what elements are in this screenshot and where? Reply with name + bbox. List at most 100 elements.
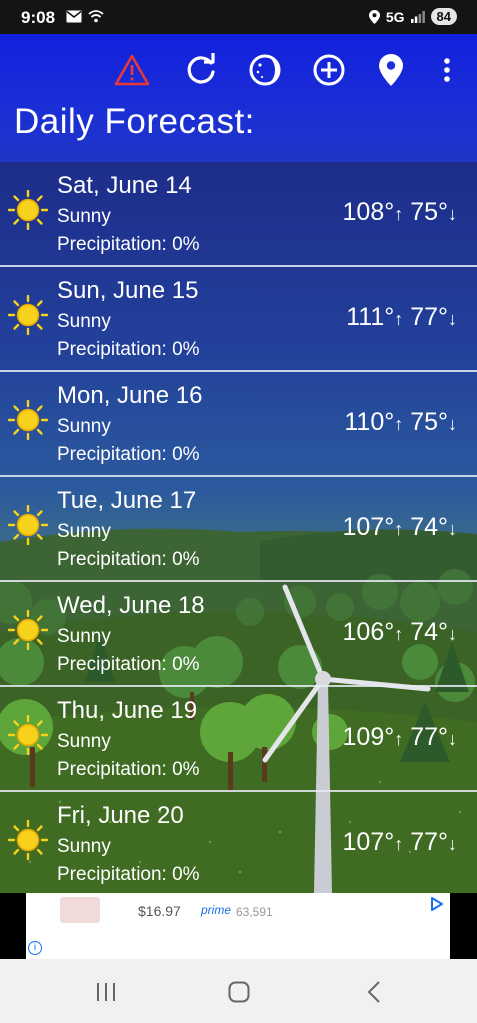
- refresh-icon[interactable]: [183, 52, 219, 88]
- temp-high: 106°: [342, 618, 395, 646]
- arrow-up-icon: ↑: [394, 519, 404, 539]
- page-title: Daily Forecast:: [14, 102, 255, 141]
- status-bar: 9:08 5G 84: [0, 0, 477, 34]
- recent-apps-icon: [97, 983, 115, 1001]
- forecast-precipitation: Precipitation: 0%: [57, 654, 200, 675]
- mail-icon: [66, 10, 82, 23]
- forecast-day-row[interactable]: Sat, June 14 Sunny Precipitation: 0% 108…: [0, 162, 477, 267]
- alert-icon[interactable]: [114, 52, 150, 88]
- temp-high: 108°: [342, 198, 395, 226]
- forecast-temps: 108°↑ 75°↓: [343, 198, 457, 227]
- ad-choices-icon[interactable]: [430, 897, 444, 911]
- forecast-temps: 107°↑ 77°↓: [343, 828, 457, 857]
- arrow-up-icon: ↑: [394, 834, 404, 854]
- arrow-up-icon: ↑: [394, 204, 404, 224]
- forecast-day-row[interactable]: Mon, June 16 Sunny Precipitation: 0% 110…: [0, 372, 477, 477]
- forecast-condition: Sunny: [57, 311, 111, 332]
- forecast-condition: Sunny: [57, 416, 111, 437]
- forecast-temps: 110°↑ 75°↓: [344, 408, 457, 437]
- arrow-down-icon: ↓: [448, 729, 457, 749]
- forecast-day-row[interactable]: Wed, June 18 Sunny Precipitation: 0% 106…: [0, 582, 477, 687]
- forecast-precipitation: Precipitation: 0%: [57, 339, 200, 360]
- location-pin-icon[interactable]: [373, 52, 409, 88]
- forecast-date: Sun, June 15: [57, 277, 199, 304]
- signal-icon: [410, 10, 425, 23]
- forecast-date: Thu, June 19: [57, 697, 198, 724]
- forecast-precipitation: Precipitation: 0%: [57, 549, 200, 570]
- sunny-icon: [8, 820, 48, 860]
- sunny-icon: [8, 505, 48, 545]
- arrow-up-icon: ↑: [394, 729, 404, 749]
- arrow-down-icon: ↓: [448, 834, 457, 854]
- forecast-temps: 106°↑ 74°↓: [343, 618, 457, 647]
- forecast-temps: 111°↑ 77°↓: [346, 303, 457, 332]
- wifi-icon: [88, 10, 104, 23]
- ad-price[interactable]: $16.97: [138, 903, 181, 919]
- forecast-condition: Sunny: [57, 521, 111, 542]
- forecast-precipitation: Precipitation: 0%: [57, 759, 200, 780]
- forecast-temps: 109°↑ 77°↓: [343, 723, 457, 752]
- forecast-temps: 107°↑ 74°↓: [343, 513, 457, 542]
- sunny-icon: [8, 610, 48, 650]
- ad-content[interactable]: $16.97 prime 63,591 i: [26, 893, 450, 959]
- forecast-date: Sat, June 14: [57, 172, 192, 199]
- forecast-condition: Sunny: [57, 836, 111, 857]
- temp-low: 74°: [410, 513, 448, 541]
- temp-low: 75°: [410, 198, 448, 226]
- forecast-condition: Sunny: [57, 206, 111, 227]
- forecast-list[interactable]: Sat, June 14 Sunny Precipitation: 0% 108…: [0, 162, 477, 893]
- back-button[interactable]: [354, 977, 394, 1007]
- home-button[interactable]: [219, 977, 259, 1007]
- arrow-down-icon: ↓: [448, 204, 457, 224]
- battery-indicator: 84: [430, 8, 457, 25]
- moon-icon[interactable]: [247, 52, 283, 88]
- ad-banner[interactable]: $16.97 prime 63,591 i: [0, 893, 477, 959]
- forecast-precipitation: Precipitation: 0%: [57, 444, 200, 465]
- arrow-up-icon: ↑: [394, 414, 404, 434]
- recent-apps-button[interactable]: [86, 977, 126, 1007]
- forecast-condition: Sunny: [57, 626, 111, 647]
- arrow-up-icon: ↑: [394, 309, 404, 329]
- arrow-down-icon: ↓: [448, 414, 457, 434]
- home-icon: [228, 981, 250, 1003]
- temp-low: 75°: [410, 408, 448, 436]
- forecast-day-row[interactable]: Thu, June 19 Sunny Precipitation: 0% 109…: [0, 687, 477, 792]
- forecast-date: Wed, June 18: [57, 592, 205, 619]
- sunny-icon: [8, 715, 48, 755]
- more-vert-icon[interactable]: [430, 52, 464, 88]
- temp-high: 111°: [346, 303, 395, 331]
- add-location-icon[interactable]: [311, 52, 347, 88]
- temp-high: 107°: [342, 513, 395, 541]
- app-toolbar: Daily Forecast:: [0, 34, 477, 162]
- temp-low: 74°: [410, 618, 448, 646]
- arrow-down-icon: ↓: [448, 624, 457, 644]
- ad-review-count[interactable]: 63,591: [236, 905, 273, 919]
- status-right: 5G 84: [368, 8, 457, 25]
- ad-prime-label[interactable]: prime: [201, 903, 231, 917]
- system-nav-bar: [0, 959, 477, 1023]
- forecast-precipitation: Precipitation: 0%: [57, 234, 200, 255]
- forecast-day-row[interactable]: Sun, June 15 Sunny Precipitation: 0% 111…: [0, 267, 477, 372]
- ad-info-icon[interactable]: i: [28, 941, 42, 955]
- forecast-date: Tue, June 17: [57, 487, 197, 514]
- temp-high: 110°: [344, 408, 395, 436]
- forecast-condition: Sunny: [57, 731, 111, 752]
- status-notification-icons: [66, 10, 104, 23]
- arrow-down-icon: ↓: [448, 519, 457, 539]
- status-time: 9:08: [21, 8, 56, 27]
- arrow-down-icon: ↓: [448, 309, 457, 329]
- network-type: 5G: [385, 8, 405, 25]
- temp-low: 77°: [410, 828, 448, 856]
- forecast-day-row[interactable]: Fri, June 20 Sunny Precipitation: 0% 107…: [0, 792, 477, 893]
- temp-high: 109°: [342, 723, 395, 751]
- forecast-precipitation: Precipitation: 0%: [57, 864, 200, 885]
- back-icon: [367, 981, 380, 1003]
- forecast-day-row[interactable]: Tue, June 17 Sunny Precipitation: 0% 107…: [0, 477, 477, 582]
- ad-product-image[interactable]: [60, 897, 100, 923]
- temp-low: 77°: [410, 303, 448, 331]
- forecast-date: Fri, June 20: [57, 802, 184, 829]
- sunny-icon: [8, 295, 48, 335]
- arrow-up-icon: ↑: [394, 624, 404, 644]
- forecast-date: Mon, June 16: [57, 382, 203, 409]
- sunny-icon: [8, 190, 48, 230]
